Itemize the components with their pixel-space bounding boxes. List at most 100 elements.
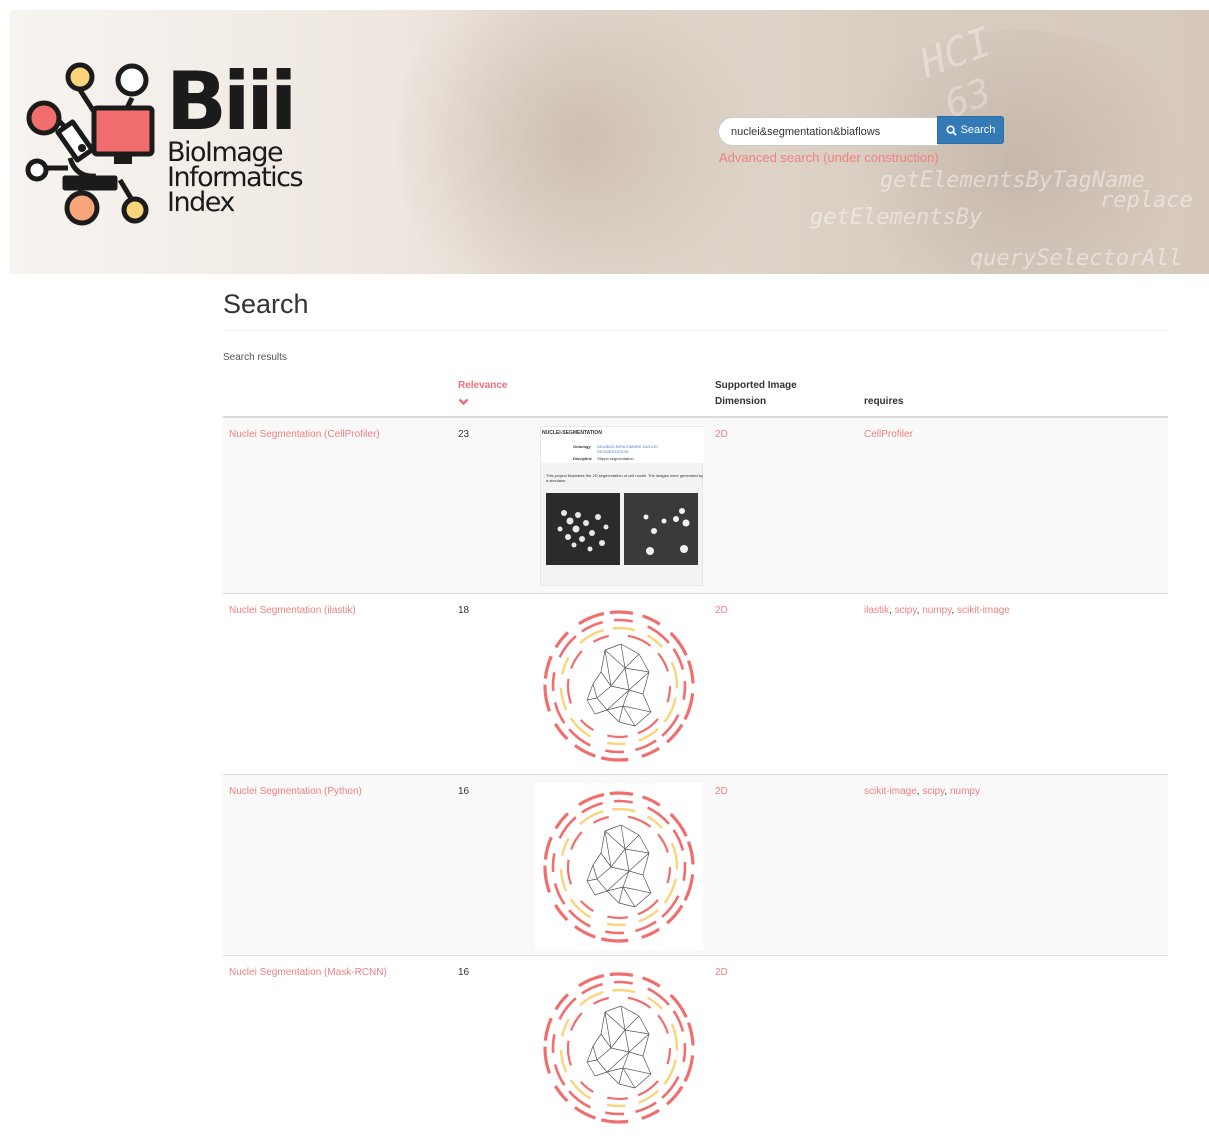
- logo-mesh-line: [592, 683, 598, 699]
- logo-ring-arc: [612, 807, 636, 813]
- logo-mesh-line: [606, 1071, 620, 1085]
- logo-mesh-line: [628, 852, 650, 872]
- nuclei-dots-icon: [557, 510, 609, 552]
- logo-mesh-line: [600, 1011, 606, 1035]
- logo-mesh-line: [604, 1011, 612, 1049]
- microscopy-image-right: [624, 493, 698, 565]
- logo-mesh-line: [604, 649, 612, 687]
- logo-mesh-line: [586, 1059, 598, 1063]
- logo-ring-arc: [663, 878, 677, 904]
- search-button[interactable]: Search: [937, 116, 1004, 144]
- result-title-link[interactable]: Nuclei Segmentation (Mask-RCNN): [229, 966, 387, 980]
- logo-ring-arc: [559, 1049, 568, 1073]
- biii-logo-icon: [25, 62, 155, 226]
- logo-ring-arc: [609, 972, 634, 977]
- logo-mesh-line: [624, 834, 640, 850]
- logo-ring-arc: [666, 867, 672, 884]
- logo-mesh-line: [622, 1067, 636, 1089]
- logo-ring-arc: [669, 631, 688, 656]
- logo-mesh-line: [592, 864, 598, 880]
- logo-ring-arc: [593, 815, 610, 824]
- logo-ring-arc: [554, 1085, 569, 1103]
- result-title-link[interactable]: Nuclei Segmentation (ilastik): [229, 604, 356, 618]
- logo-mesh-line: [606, 890, 620, 904]
- advanced-search-link[interactable]: Advanced search (under construction): [719, 150, 939, 165]
- logo-ring-arc: [581, 982, 603, 995]
- chevron-down-icon[interactable]: [458, 398, 469, 406]
- thumbnail-ontology-value: NEUBIAS-BENCHMARK-NUCLEI-SEGMENTATION: [597, 444, 659, 454]
- logo-ring-arc: [642, 795, 661, 807]
- dimension-link[interactable]: 2D: [715, 966, 728, 980]
- logo-mesh-line: [604, 643, 622, 651]
- logo-ring-arc: [578, 809, 604, 826]
- logo-ring-arc: [551, 672, 556, 692]
- logo-ring-arc: [686, 1022, 695, 1046]
- logo-ring-arc: [672, 829, 685, 851]
- logo-ring-arc: [612, 626, 636, 632]
- logo-mesh-line: [586, 1045, 594, 1063]
- neubias-europe-logo-icon: [543, 972, 695, 1124]
- logo-mesh-line: [586, 699, 596, 715]
- column-header-dimension[interactable]: Supported Image Dimension: [715, 378, 797, 410]
- logo-ring-arc: [682, 861, 687, 881]
- logo-ring-arc: [568, 909, 591, 928]
- logo-mesh-line: [628, 1051, 644, 1057]
- logo-mesh-line: [642, 1055, 652, 1075]
- logo-ring-arc: [570, 650, 583, 669]
- logo-ring-arc: [672, 1010, 685, 1032]
- logo-ring-arc: [606, 1103, 626, 1108]
- logo-mesh-line: [638, 1015, 650, 1035]
- result-thumbnail[interactable]: [535, 602, 703, 770]
- logo-mesh-line: [604, 1011, 626, 1031]
- column-header-relevance[interactable]: Relevance: [458, 378, 507, 394]
- result-thumbnail[interactable]: NUCLEI-SEGMENTATION Ontology NEUBIAS-BEN…: [540, 426, 704, 586]
- logo-mesh-line: [624, 848, 630, 872]
- logo-mesh-line: [634, 711, 652, 727]
- result-thumbnail[interactable]: [535, 964, 703, 1132]
- logo-ring-arc: [543, 1017, 553, 1041]
- logo-mesh-line: [622, 886, 652, 894]
- logo-ring-arc: [635, 1101, 657, 1114]
- logo-mesh-line: [604, 830, 612, 868]
- logo-ring-arc: [609, 791, 634, 796]
- logo-ring-arc: [554, 904, 569, 922]
- requires-link[interactable]: numpy: [922, 605, 951, 616]
- logo-ring-arc: [686, 841, 695, 865]
- requires-link[interactable]: scikit-image: [864, 786, 917, 797]
- requires-link[interactable]: scikit-image: [957, 605, 1010, 616]
- logo-ring-arc: [566, 1040, 573, 1066]
- table-row: Nuclei Segmentation (CellProfiler) 23 NU…: [223, 418, 1168, 594]
- logo-ring-arc: [612, 988, 636, 994]
- banner-code-text: querySelectorAll: [970, 246, 1182, 271]
- logo-ring-arc: [682, 1042, 687, 1062]
- logo-ring-arc: [543, 1046, 552, 1074]
- logo-ring-arc: [657, 652, 669, 672]
- relevance-value: 18: [458, 605, 470, 616]
- logo-ring-arc: [573, 925, 596, 939]
- result-title-link[interactable]: Nuclei Segmentation (Python): [229, 785, 362, 799]
- logo-mesh-line: [642, 1033, 650, 1057]
- requires-link[interactable]: numpy: [950, 786, 980, 797]
- requires-link[interactable]: ilastik: [864, 605, 889, 616]
- dimension-link[interactable]: 2D: [715, 785, 728, 799]
- logo-ring-arc: [670, 1023, 679, 1051]
- logo-ring-arc: [613, 618, 633, 623]
- logo-mesh-line: [642, 852, 650, 876]
- logo-ring-arc: [663, 1059, 677, 1085]
- result-thumbnail[interactable]: [535, 783, 703, 951]
- microscopy-image-left: [546, 493, 620, 565]
- dimension-link[interactable]: 2D: [715, 428, 728, 442]
- logo-ring-arc: [600, 1118, 629, 1124]
- logo-mesh-line: [620, 824, 640, 836]
- logo-mesh-line: [610, 685, 630, 691]
- search-input[interactable]: [718, 117, 938, 146]
- requires-link[interactable]: scipy: [922, 786, 944, 797]
- dimension-link[interactable]: 2D: [715, 604, 728, 618]
- requires-link[interactable]: CellProfiler: [864, 429, 913, 440]
- column-header-requires[interactable]: requires: [864, 394, 903, 410]
- neubias-europe-logo-icon: [543, 791, 695, 943]
- result-title-link[interactable]: Nuclei Segmentation (CellProfiler): [229, 428, 380, 442]
- nuclei-dots-icon: [643, 508, 690, 555]
- requires-link[interactable]: scipy: [895, 605, 917, 616]
- logo-ring-arc: [579, 719, 594, 732]
